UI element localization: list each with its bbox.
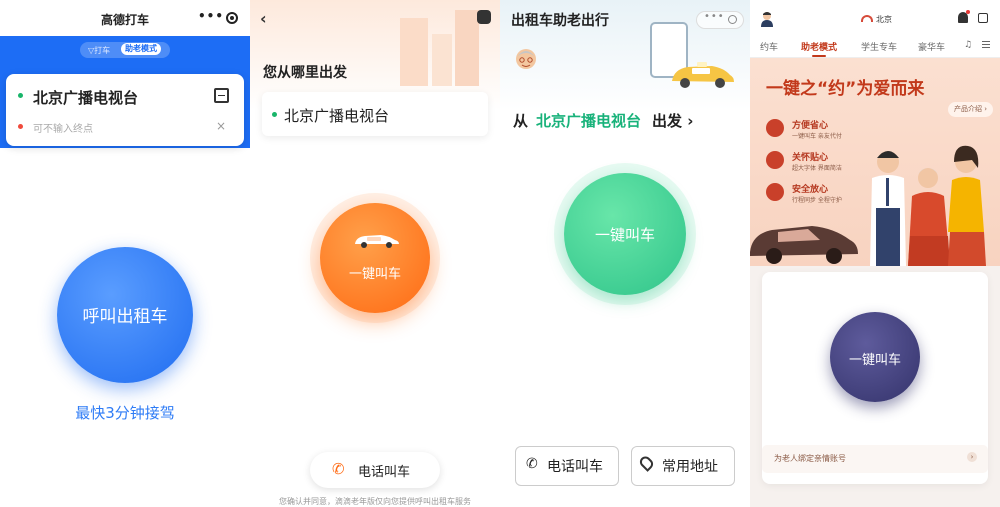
start-location-field[interactable]: 北京广播电视台: [33, 87, 138, 108]
start-dot: [18, 93, 23, 98]
chevron-right-icon: ›: [967, 452, 977, 462]
start-dot: [272, 112, 277, 117]
active-tab-indicator: [812, 55, 826, 57]
phone-call-label: 电话叫车: [547, 459, 603, 475]
menu-icon[interactable]: [982, 41, 990, 48]
one-tap-call-label: 一键叫车: [848, 353, 901, 368]
phone-call-label: 电话叫车: [358, 465, 411, 480]
mode-normal-tab[interactable]: ▽打车: [88, 45, 110, 56]
phone-icon: ✆: [332, 460, 345, 478]
family-illustration: [870, 145, 986, 266]
tab-ride[interactable]: 约车: [760, 40, 778, 53]
bind-family-account-label: 为老人绑定亲情账号: [774, 454, 846, 463]
tab-luxury[interactable]: 豪华车: [918, 40, 945, 53]
notification-dot: [966, 10, 970, 14]
building-illustration: [400, 18, 428, 86]
convenience-icon: [766, 119, 784, 137]
scan-icon[interactable]: [978, 13, 988, 23]
taxi-illustration: [672, 62, 734, 88]
disclaimer-text: 您确认并同意，滴滴老年版仅向您提供呼叫出租车服务: [279, 497, 471, 506]
city-label[interactable]: 北京: [876, 14, 892, 25]
tab-more[interactable]: ♫: [964, 40, 972, 50]
end-dot: [18, 124, 23, 129]
clear-icon[interactable]: ×: [216, 119, 226, 133]
one-tap-call-button[interactable]: [320, 203, 430, 313]
more-icon[interactable]: •••: [198, 9, 224, 23]
one-tap-call-label: 一键叫车: [594, 226, 655, 244]
mode-elder-tab[interactable]: 助老模式: [121, 43, 161, 55]
car-illustration: [750, 226, 858, 264]
from-location-link[interactable]: 北京广播电视台: [536, 110, 641, 131]
panel-meituan-elder: 北京 约车 助老模式 学生专车 豪华车 ♫ 一键之“约”为爱而来 产品介绍 › …: [750, 0, 1000, 507]
call-taxi-label: 呼叫出租车: [82, 307, 168, 327]
start-location-text: 北京广播电视台: [284, 107, 390, 125]
one-tap-call-label: 一键叫车: [348, 267, 401, 282]
feature-desc: 一键叫车 亲友代付: [792, 133, 842, 140]
panel-didi-elder: ‹ 您从哪里出发 北京广播电视台 一键叫车 ✆ 电话叫车 您确认并同意，滴滴老年…: [250, 0, 500, 507]
from-label: 从: [513, 112, 529, 130]
feature-title: 关怀贴心: [792, 153, 829, 163]
close-icon[interactable]: [728, 15, 737, 24]
end-location-field[interactable]: 可不输入终点: [33, 120, 93, 135]
safety-shield-icon: [766, 183, 784, 201]
panel-amap-taxi: 高德打车 ••• ▽打车 助老模式 北京广播电视台 可不输入终点 × 呼叫出租车…: [0, 0, 250, 507]
from-go-label[interactable]: 出发 ›: [652, 110, 693, 131]
panel-taxi-elder: 出租车助老出行 ••• 从 北京广播电视台 出发 › 一键叫车 ✆ 电话叫车 常…: [500, 0, 750, 507]
car-icon: [355, 235, 399, 248]
hero-headline: 一键之“约”为爱而来: [766, 79, 925, 99]
more-icon[interactable]: •••: [704, 11, 725, 22]
feature-title: 方便省心: [792, 121, 829, 131]
common-address-label: 常用地址: [662, 459, 718, 475]
grandma-avatar: [516, 49, 536, 69]
user-icon[interactable]: [477, 10, 491, 24]
feature-title: 安全放心: [792, 185, 829, 195]
building-illustration: [455, 10, 479, 86]
product-intro-button[interactable]: 产品介绍 ›: [948, 102, 994, 117]
close-target-icon[interactable]: [226, 12, 238, 24]
route-card: [6, 74, 244, 146]
city-icon: [861, 15, 873, 22]
feature-desc: 超大字体 界面简洁: [792, 165, 842, 172]
feature-desc: 行程同步 全程守护: [792, 197, 842, 204]
page-title: 出租车助老出行: [511, 13, 609, 29]
building-illustration: [432, 34, 452, 86]
driver-avatar-icon[interactable]: [760, 11, 774, 27]
scan-icon[interactable]: [214, 88, 229, 103]
phone-icon: ✆: [526, 456, 538, 472]
tab-student[interactable]: 学生专车: [861, 40, 897, 53]
back-icon[interactable]: ‹: [260, 9, 267, 28]
tab-elder-mode[interactable]: 助老模式: [801, 40, 837, 53]
eta-text: 最快3分钟接驾: [75, 404, 175, 422]
care-icon: [766, 151, 784, 169]
page-heading: 您从哪里出发: [263, 65, 347, 81]
